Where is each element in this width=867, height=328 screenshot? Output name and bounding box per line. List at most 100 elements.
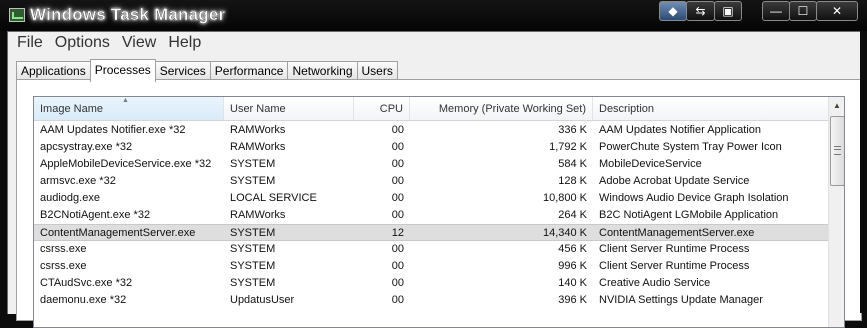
column-memory[interactable]: Memory (Private Working Set) (410, 97, 593, 120)
cell-description: MobileDeviceService (599, 158, 702, 170)
cell-user-name: SYSTEM (230, 175, 276, 187)
cell-image-name: daemonu.exe *32 (40, 294, 127, 306)
table-row[interactable]: armsvc.exe *32 SYSTEM 00 128 K Adobe Acrobat… (34, 173, 828, 190)
cell-memory: 396 K (558, 294, 587, 306)
cell-user-name: RAMWorks (230, 124, 286, 136)
cell-cpu: 00 (391, 209, 404, 221)
cell-cpu: 00 (391, 141, 404, 153)
cell-image-name: csrss.exe (40, 243, 87, 255)
snap-icon[interactable]: ◆ (659, 1, 687, 21)
title-extra-buttons: ◆ ⇆ ▣ (659, 1, 742, 21)
close-button[interactable]: ✕ (816, 1, 858, 21)
table-row[interactable]: csrss.exe SYSTEM 00 996 K Client Server Runt… (34, 258, 828, 275)
switch-display-icon[interactable]: ⇆ (686, 1, 715, 21)
column-image-name[interactable]: ▲ Image Name (34, 97, 224, 120)
vertical-scrollbar[interactable]: ▲ (828, 97, 844, 327)
table-row[interactable]: apcsystray.exe *32 RAMWorks 00 1,792 K Power… (34, 139, 828, 156)
process-list[interactable]: ▲ Image Name User Name CPU Memory (Priva… (33, 96, 845, 328)
cell-image-name: ContentManagementServer.exe (40, 227, 196, 239)
cell-image-name: csrss.exe (40, 260, 87, 272)
cell-cpu: 00 (391, 192, 404, 204)
column-description-label: Description (599, 103, 655, 115)
cell-cpu: 12 (391, 227, 404, 239)
task-manager-window: File Options View Help Applications Proc… (7, 31, 862, 328)
cell-user-name: RAMWorks (230, 209, 286, 221)
column-image-name-label: Image Name (40, 103, 103, 115)
column-user-name-label: User Name (230, 103, 286, 115)
menu-bar: File Options View Help (8, 32, 207, 54)
column-memory-label: Memory (Private Working Set) (438, 103, 586, 115)
scrollbar-grip-icon (834, 146, 841, 155)
cell-image-name: AppleMobileDeviceService.exe *32 (40, 158, 212, 170)
window-frame-edge (860, 31, 867, 313)
cell-memory: 10,800 K (542, 192, 587, 204)
tab-networking[interactable]: Networking (287, 61, 358, 81)
menu-help[interactable]: Help (162, 32, 207, 54)
cell-user-name: LOCAL SERVICE (230, 192, 317, 204)
cell-cpu: 00 (391, 158, 404, 170)
cell-memory: 584 K (558, 158, 587, 170)
table-row[interactable]: B2CNotiAgent.exe *32 RAMWorks 00 264 K B2C N… (34, 207, 828, 224)
table-row[interactable]: daemonu.exe *32 UpdatusUser 00 396 K NVIDIA … (34, 292, 828, 309)
menu-file[interactable]: File (8, 32, 49, 54)
table-row[interactable]: AppleMobileDeviceService.exe *32 SYSTEM 00… (34, 156, 828, 173)
tab-users[interactable]: Users (356, 61, 398, 81)
cell-cpu: 00 (391, 243, 404, 255)
cell-memory: 128 K (558, 175, 587, 187)
column-description[interactable]: Description (593, 97, 828, 120)
menu-view[interactable]: View (116, 32, 162, 54)
tab-processes[interactable]: Processes (89, 59, 156, 82)
tab-services[interactable]: Services (154, 61, 211, 81)
tab-performance[interactable]: Performance (209, 61, 289, 81)
column-cpu-label: CPU (379, 103, 403, 115)
task-manager-icon (9, 8, 25, 22)
cell-cpu: 00 (391, 277, 404, 289)
maximize-button[interactable]: ☐ (789, 1, 817, 21)
window-mode-icon[interactable]: ▣ (714, 1, 742, 21)
sort-ascending-icon: ▲ (122, 97, 129, 104)
cell-description: Client Server Runtime Process (599, 243, 750, 255)
menu-options[interactable]: Options (49, 32, 116, 54)
cell-description: Windows Audio Device Graph Isolation (599, 192, 789, 204)
window-controls: — ☐ ✕ (762, 1, 858, 21)
cell-user-name: SYSTEM (230, 227, 276, 239)
cell-memory: 264 K (558, 209, 587, 221)
cell-cpu: 00 (391, 124, 404, 136)
cell-description: B2C NotiAgent LGMobile Application (599, 209, 779, 221)
cell-image-name: CTAudSvc.exe *32 (40, 277, 133, 289)
table-row[interactable]: audiodg.exe LOCAL SERVICE 00 10,800 K Window… (34, 190, 828, 207)
cell-user-name: SYSTEM (230, 260, 276, 272)
table-row[interactable]: CTAudSvc.exe *32 SYSTEM 00 140 K Creative Au… (34, 275, 828, 292)
tab-applications[interactable]: Applications (16, 61, 91, 81)
table-row[interactable]: csrss.exe SYSTEM 00 456 K Client Server Runt… (34, 241, 828, 258)
cell-description: PowerChute System Tray Power Icon (599, 141, 782, 153)
column-header-row: ▲ Image Name User Name CPU Memory (Priva… (34, 97, 828, 121)
cell-memory: 456 K (558, 243, 587, 255)
cell-user-name: RAMWorks (230, 141, 286, 153)
title-bar[interactable]: Windows Task Manager ◆ ⇆ ▣ — ☐ ✕ (0, 0, 867, 31)
scrollbar-thumb[interactable] (830, 116, 844, 186)
cell-cpu: 00 (391, 260, 404, 272)
scroll-up-arrow-icon[interactable]: ▲ (829, 97, 844, 114)
cell-memory: 336 K (558, 124, 587, 136)
window-title: Windows Task Manager (30, 5, 226, 24)
cell-cpu: 00 (391, 175, 404, 187)
cell-description: Client Server Runtime Process (599, 260, 750, 272)
cell-user-name: SYSTEM (230, 277, 276, 289)
cell-cpu: 00 (391, 294, 404, 306)
column-cpu[interactable]: CPU (354, 97, 410, 120)
cell-description: ContentManagementServer.exe (599, 227, 755, 239)
cell-description: AAM Updates Notifier Application (599, 124, 762, 136)
table-row[interactable]: ContentManagementServer.exe SYSTEM 12 14,34… (34, 224, 828, 241)
table-row[interactable]: AAM Updates Notifier.exe *32 RAMWorks 00 33… (34, 122, 828, 139)
tab-strip: Applications Processes Services Performa… (16, 59, 398, 82)
cell-memory: 996 K (558, 260, 587, 272)
cell-image-name: AAM Updates Notifier.exe *32 (40, 124, 186, 136)
cell-memory: 140 K (558, 277, 587, 289)
cell-description: Adobe Acrobat Update Service (599, 175, 750, 187)
column-user-name[interactable]: User Name (224, 97, 354, 120)
cell-user-name: SYSTEM (230, 158, 276, 170)
cell-user-name: UpdatusUser (230, 294, 295, 306)
cell-memory: 1,792 K (549, 141, 587, 153)
minimize-button[interactable]: — (762, 1, 790, 21)
